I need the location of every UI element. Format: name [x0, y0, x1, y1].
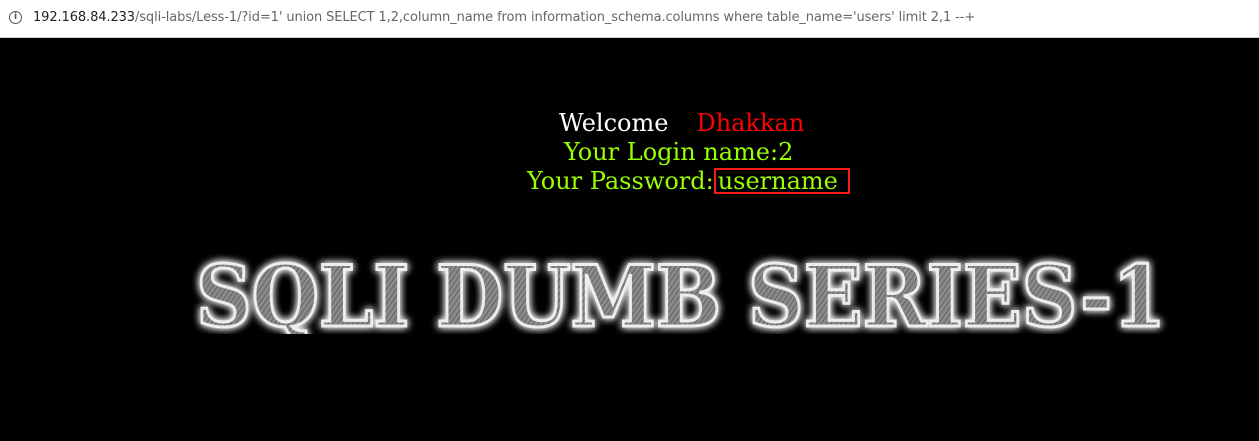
page-content: Welcome Dhakkan Your Login name:2 Your Pa… [0, 38, 1259, 441]
password-label: Your Password: [527, 167, 714, 195]
url-host: 192.168.84.233 [33, 10, 135, 25]
banner-text: SQLI DUMB SERIES-1 [196, 254, 1166, 334]
sqli-banner-logo: SQLI DUMB SERIES-1 [195, 254, 1168, 334]
welcome-text: Welcome [559, 109, 669, 137]
address-bar[interactable]: i 192.168.84.233/sqli-labs/Less-1/?id=1'… [0, 0, 1259, 38]
password-value-highlight: username [713, 167, 850, 195]
login-name-text: Your Login name:2 [564, 138, 794, 166]
url-path: /sqli-labs/Less-1/?id=1' union SELECT 1,… [134, 10, 976, 25]
info-icon[interactable]: i [9, 11, 22, 24]
url-field[interactable]: 192.168.84.233/sqli-labs/Less-1/?id=1' u… [33, 10, 975, 25]
user-name: Dhakkan [696, 109, 805, 137]
password-line: Your Password: username [527, 167, 850, 195]
welcome-line: Welcome Dhakkan [559, 109, 804, 137]
password-value: username [717, 167, 838, 195]
